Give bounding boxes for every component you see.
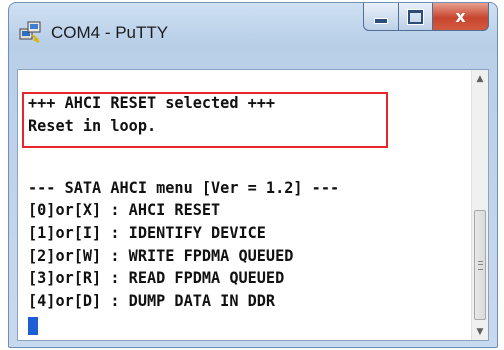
terminal-line: [4]or[D] : DUMP DATA IN DDR (28, 291, 276, 310)
scroll-thumb[interactable] (474, 210, 486, 320)
title-bar[interactable]: COM4 - PuTTY x (9, 3, 497, 63)
putty-computer-icon[interactable] (19, 21, 43, 43)
window-title: COM4 - PuTTY (51, 23, 169, 42)
terminal-cursor (28, 317, 38, 335)
terminal-line: [3]or[R] : READ FPDMA QUEUED (28, 268, 285, 287)
maximize-button[interactable] (399, 3, 433, 31)
close-icon: x (455, 7, 466, 26)
terminal-output[interactable]: +++ AHCI RESET selected +++ Reset in loo… (18, 70, 471, 340)
grip-icon (478, 261, 483, 270)
terminal-frame: +++ AHCI RESET selected +++ Reset in loo… (17, 69, 489, 341)
caption-buttons: x (363, 3, 489, 31)
vertical-scrollbar[interactable]: ▲ ▼ (471, 70, 488, 340)
terminal-line: [2]or[W] : WRITE FPDMA QUEUED (28, 246, 294, 265)
terminal-line: [1]or[I] : IDENTIFY DEVICE (28, 223, 266, 242)
scroll-down-button[interactable]: ▼ (472, 323, 488, 340)
maximize-icon (407, 8, 424, 25)
terminal-line: --- SATA AHCI menu [Ver = 1.2] --- (28, 178, 340, 197)
minimize-button[interactable] (363, 3, 399, 31)
arrow-up-icon: ▲ (476, 73, 484, 84)
scroll-up-button[interactable]: ▲ (472, 70, 488, 87)
terminal-line: [0]or[X] : AHCI RESET (28, 200, 221, 219)
arrow-down-icon: ▼ (476, 326, 484, 337)
selection-highlight-box (22, 92, 388, 148)
putty-window: COM4 - PuTTY x +++ AHCI RESET selected +… (8, 2, 498, 348)
close-button[interactable]: x (433, 3, 489, 31)
minimize-icon (374, 17, 388, 24)
